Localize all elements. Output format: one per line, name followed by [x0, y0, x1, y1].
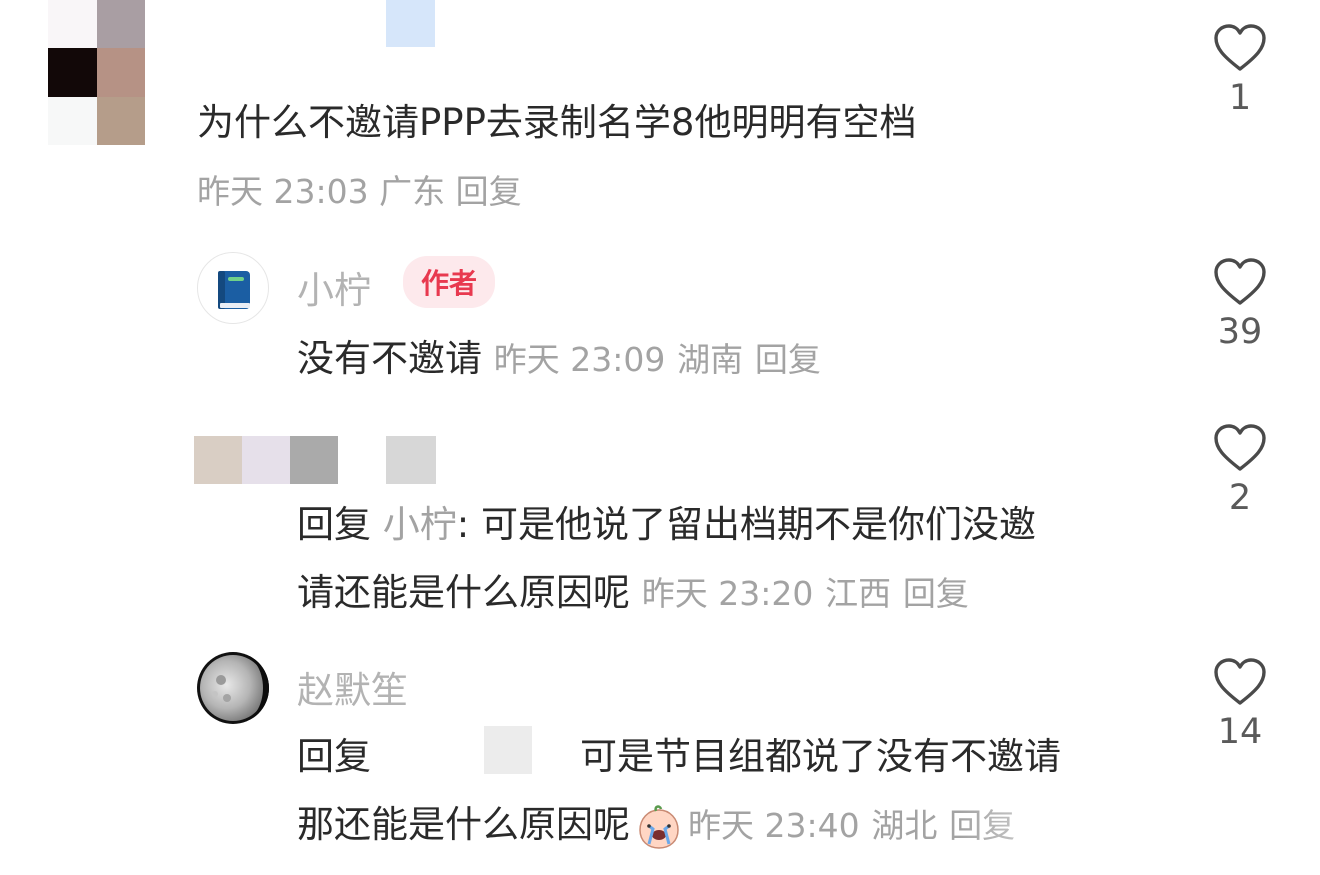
comment-meta: 昨天 23:03 广东 回复 [197, 165, 522, 213]
like-count: 14 [1217, 712, 1263, 752]
comment-text-line1: 可是节目组都说了没有不邀请 [580, 735, 1061, 778]
comment-time: 昨天 23:09 [493, 340, 666, 379]
commenter-username[interactable]: 赵默笙 [297, 660, 408, 714]
crying-peach-emoji [634, 804, 684, 850]
like-count: 39 [1217, 312, 1263, 352]
pixelated-reply-target [378, 726, 578, 774]
comment-text-line1: : 可是他说了留出档期不是你们没邀 [456, 503, 1036, 546]
author-avatar[interactable] [197, 252, 269, 324]
author-badge-wrap: 作者 [403, 256, 496, 308]
reply-button[interactable]: 回复 [755, 340, 821, 379]
like-column: 2 [1195, 424, 1285, 518]
comment-line-1: 回复 [297, 726, 371, 780]
comment-time: 昨天 23:20 [641, 574, 814, 613]
comment-text-line2: 那还能是什么原因呢 [297, 803, 630, 846]
moon-icon [197, 652, 269, 724]
reply-prefix: 回复 [297, 735, 371, 778]
like-column: 14 [1195, 658, 1285, 752]
heart-icon[interactable] [1213, 658, 1267, 706]
book-icon [218, 271, 250, 309]
comment-text: 为什么不邀请PPP去录制名学8他明明有空档 [197, 101, 917, 144]
comment-text-line2: 请还能是什么原因呢 [297, 571, 630, 614]
reply-button[interactable]: 回复 [903, 574, 969, 613]
comment-line-1: 回复 小柠: 可是他说了留出档期不是你们没邀 [297, 494, 1036, 548]
comment-location: 广东 [379, 172, 446, 211]
reply-button[interactable]: 回复 [456, 172, 522, 211]
author-username[interactable]: 小柠 [297, 260, 371, 314]
heart-icon[interactable] [1213, 424, 1267, 472]
comment-location: 江西 [825, 574, 892, 613]
reply-prefix: 回复 [297, 503, 371, 546]
comment-line-2: 那还能是什么原因呢 昨天 23:40 湖北 回复 [297, 794, 1015, 850]
comment-line-2: 请还能是什么原因呢 昨天 23:20 江西 回复 [297, 562, 969, 616]
heart-icon[interactable] [1213, 24, 1267, 72]
reply-target-username[interactable]: 小柠 [383, 503, 457, 546]
author-badge: 作者 [403, 256, 496, 308]
pixelated-avatar[interactable] [48, 0, 145, 145]
comment-line: 没有不邀请 昨天 23:09 湖南 回复 [297, 328, 821, 382]
watermark-overlay [960, 800, 1320, 875]
pixelated-username [386, 0, 435, 47]
like-count: 2 [1228, 478, 1252, 518]
like-count: 1 [1228, 78, 1252, 118]
heart-icon[interactable] [1213, 258, 1267, 306]
comment-location: 湖北 [871, 806, 938, 845]
like-column: 1 [1195, 24, 1285, 118]
comment-location: 湖南 [677, 340, 744, 379]
comment-time: 昨天 23:40 [688, 806, 860, 845]
comment-text: 没有不邀请 [297, 337, 482, 380]
comment-time: 昨天 23:03 [197, 172, 369, 211]
moon-avatar[interactable] [197, 652, 269, 724]
like-column: 39 [1195, 258, 1285, 352]
pixelated-username[interactable] [194, 436, 436, 484]
